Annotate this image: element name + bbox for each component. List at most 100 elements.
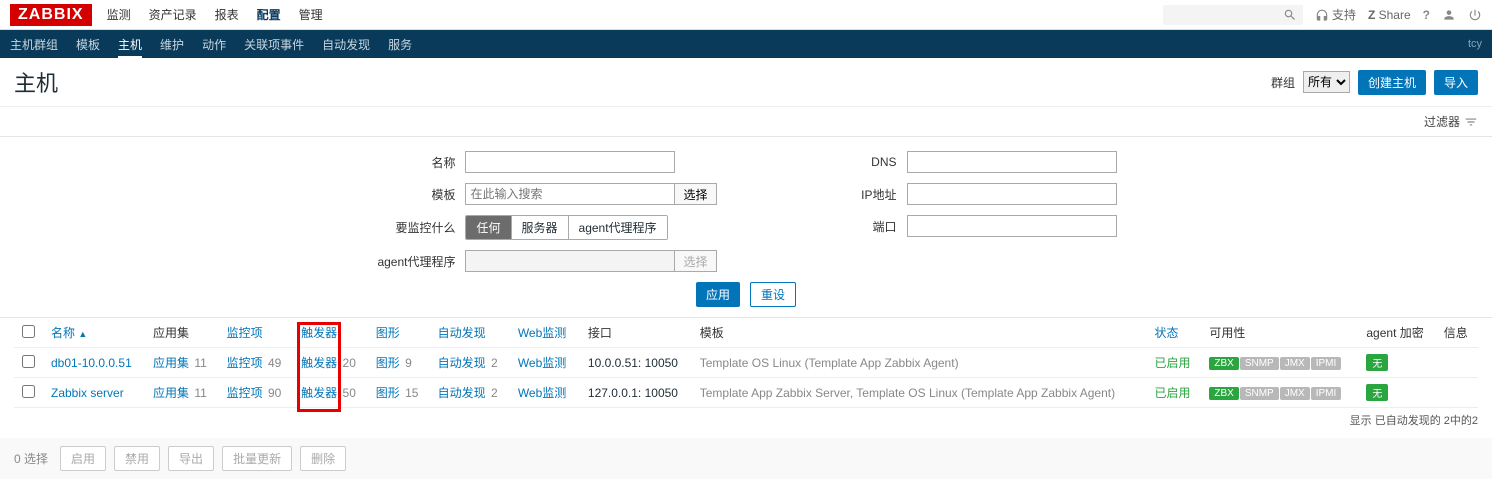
filter-toggle-bar: 过滤器 <box>0 107 1492 137</box>
topnav-item-administration[interactable]: 管理 <box>299 6 323 23</box>
filter-ip-label: IP地址 <box>817 186 907 203</box>
user-icon[interactable] <box>1442 8 1456 22</box>
zbx-badge: ZBX <box>1209 357 1238 370</box>
filter-name-input[interactable] <box>465 151 675 173</box>
items-link[interactable]: 监控项 <box>227 386 263 400</box>
filter-dns-input[interactable] <box>907 151 1117 173</box>
discovery-link[interactable]: 自动发现 <box>438 356 486 370</box>
filter-template-input[interactable] <box>465 183 675 205</box>
th-items[interactable]: 监控项 <box>227 326 263 340</box>
status-link[interactable]: 已启用 <box>1155 386 1191 400</box>
topnav-item-configuration[interactable]: 配置 <box>257 6 281 23</box>
triggers-link[interactable]: 触发器 <box>301 386 337 400</box>
discovery-link[interactable]: 自动发现 <box>438 386 486 400</box>
massupdate-button[interactable]: 批量更新 <box>222 446 292 471</box>
group-select[interactable]: 所有 <box>1303 71 1350 93</box>
subnav-item-actions[interactable]: 动作 <box>202 30 226 59</box>
subnav-item-discovery[interactable]: 自动发现 <box>322 30 370 59</box>
import-button[interactable]: 导入 <box>1434 70 1478 95</box>
row-checkbox[interactable] <box>22 385 35 398</box>
ipmi-badge: IPMI <box>1311 357 1342 370</box>
support-link[interactable]: 支持 <box>1315 6 1356 23</box>
table-footer: 显示 已自动发现的 2中的2 <box>0 408 1492 438</box>
applications-link[interactable]: 应用集 <box>153 386 189 400</box>
subnav-user: tcy <box>1468 32 1482 56</box>
web-link[interactable]: Web监测 <box>518 386 566 400</box>
triggers-count: 20 <box>343 356 356 370</box>
filter-monitor-agent[interactable]: agent代理程序 <box>569 216 667 239</box>
create-host-button[interactable]: 创建主机 <box>1358 70 1426 95</box>
filter-form: 名称 模板 选择 要监控什么 任何 服务器 agent代理程序 agent代理程… <box>0 137 1492 318</box>
subnav-item-maintenance[interactable]: 维护 <box>160 30 184 59</box>
power-icon[interactable] <box>1468 8 1482 22</box>
th-graphs[interactable]: 图形 <box>376 326 400 340</box>
th-web[interactable]: Web监测 <box>518 326 566 340</box>
table-row: Zabbix server 应用集 11 监控项 90 触发器 50 图形 15… <box>14 378 1478 408</box>
topnav-item-reports[interactable]: 报表 <box>215 6 239 23</box>
items-link[interactable]: 监控项 <box>227 356 263 370</box>
triggers-count: 50 <box>343 386 356 400</box>
filter-monitor-label: 要监控什么 <box>375 219 465 236</box>
subnav-item-hostgroups[interactable]: 主机群组 <box>10 30 58 59</box>
filter-ip-input[interactable] <box>907 183 1117 205</box>
filter-agent-input <box>465 250 675 272</box>
subnav-item-hosts[interactable]: 主机 <box>118 30 142 59</box>
disable-button[interactable]: 禁用 <box>114 446 160 471</box>
applications-count: 11 <box>194 356 206 370</box>
subnav-item-services[interactable]: 服务 <box>388 30 412 59</box>
filter-monitor-any[interactable]: 任何 <box>466 216 511 239</box>
th-info: 信息 <box>1436 318 1478 348</box>
th-applications: 应用集 <box>145 318 219 348</box>
jmx-badge: JMX <box>1280 357 1310 370</box>
page-header: 主机 群组 所有 创建主机 导入 <box>0 58 1492 107</box>
graphs-link[interactable]: 图形 <box>376 386 400 400</box>
graphs-count: 9 <box>405 356 412 370</box>
templates-cell: Template App Zabbix Server, Template OS … <box>692 378 1147 408</box>
interface-cell: 10.0.0.51: 10050 <box>580 348 692 378</box>
delete-button[interactable]: 删除 <box>300 446 346 471</box>
hosts-table: 名称 ▲ 应用集 监控项 触发器 图形 自动发现 Web监测 接口 模板 状态 … <box>14 318 1478 408</box>
row-checkbox[interactable] <box>22 355 35 368</box>
applications-link[interactable]: 应用集 <box>153 356 189 370</box>
graphs-count: 15 <box>405 386 418 400</box>
info-cell <box>1436 348 1478 378</box>
export-button[interactable]: 导出 <box>168 446 214 471</box>
filter-template-select-button[interactable]: 选择 <box>674 183 716 205</box>
filter-reset-button[interactable]: 重设 <box>750 282 796 307</box>
filter-monitor-server[interactable]: 服务器 <box>512 216 569 239</box>
global-search[interactable] <box>1163 5 1303 25</box>
snmp-badge: SNMP <box>1240 387 1279 400</box>
topnav-item-monitoring[interactable]: 监测 <box>107 6 131 23</box>
selected-count: 0 选择 <box>14 450 48 467</box>
host-name-link[interactable]: Zabbix server <box>51 386 124 400</box>
enable-button[interactable]: 启用 <box>60 446 106 471</box>
filter-monitor-toggle: 任何 服务器 agent代理程序 <box>465 215 667 240</box>
status-link[interactable]: 已启用 <box>1155 356 1191 370</box>
filter-dns-label: DNS <box>817 155 907 169</box>
filter-toggle-button[interactable]: 过滤器 <box>1424 113 1478 130</box>
subnav-item-correlation[interactable]: 关联项事件 <box>244 30 304 59</box>
th-status[interactable]: 状态 <box>1155 326 1179 340</box>
subnav-item-templates[interactable]: 模板 <box>76 30 100 59</box>
web-link[interactable]: Web监测 <box>518 356 566 370</box>
table-row: db01-10.0.0.51 应用集 11 监控项 49 触发器 20 图形 9… <box>14 348 1478 378</box>
th-discovery[interactable]: 自动发现 <box>438 326 486 340</box>
filter-port-input[interactable] <box>907 215 1117 237</box>
share-link[interactable]: Z Share <box>1368 8 1411 22</box>
items-count: 90 <box>268 386 281 400</box>
group-label: 群组 <box>1271 74 1295 91</box>
th-triggers[interactable]: 触发器 <box>301 326 337 340</box>
select-all-checkbox[interactable] <box>22 325 35 338</box>
th-name[interactable]: 名称 ▲ <box>51 326 87 340</box>
th-templates: 模板 <box>692 318 1147 348</box>
triggers-link[interactable]: 触发器 <box>301 356 337 370</box>
filter-apply-button[interactable]: 应用 <box>696 282 740 307</box>
encryption-badge: 无 <box>1366 354 1388 371</box>
host-name-link[interactable]: db01-10.0.0.51 <box>51 356 132 370</box>
graphs-link[interactable]: 图形 <box>376 356 400 370</box>
discovery-count: 2 <box>491 356 498 370</box>
help-icon[interactable]: ? <box>1423 8 1430 22</box>
availability-cell: ZBXSNMPJMXIPMI <box>1201 378 1358 408</box>
logo[interactable]: ZABBIX <box>10 4 92 26</box>
topnav-item-inventory[interactable]: 资产记录 <box>149 6 197 23</box>
